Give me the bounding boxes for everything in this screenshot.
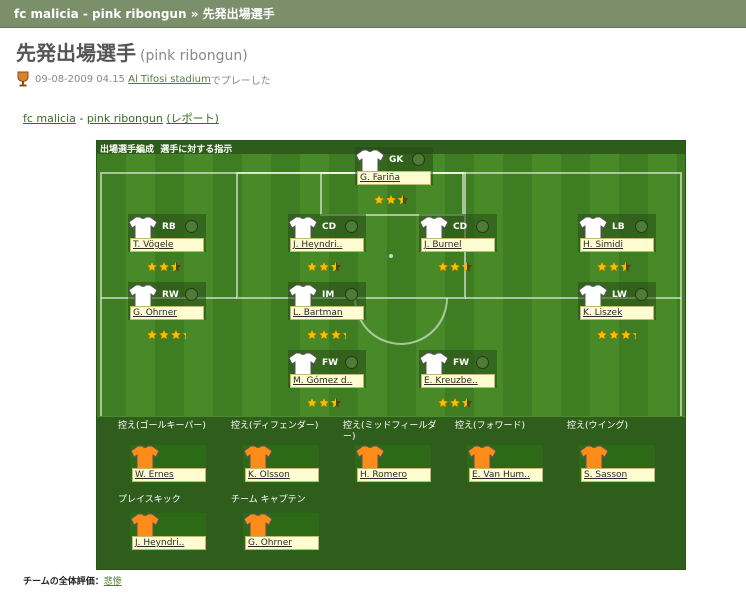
instruction-dot-icon[interactable] <box>345 356 358 369</box>
player-im-6[interactable]: IM L. Bartman <box>288 282 366 344</box>
instruction-dot-icon[interactable] <box>476 356 489 369</box>
breadcrumb-separator: - <box>78 7 93 21</box>
player-position: CD <box>453 222 468 232</box>
player-gk-0[interactable]: GK G. Fariña <box>355 147 433 209</box>
player-position: IM <box>322 290 335 300</box>
pitch-header: 出場選手編成 選手に対する指示 <box>100 142 232 155</box>
player-name[interactable]: E. Kreuzbe.. <box>421 374 495 388</box>
star-rating <box>306 326 354 340</box>
player-name[interactable]: J. Burnel <box>421 238 495 252</box>
bench-player-name[interactable]: S. Sasson <box>581 468 655 482</box>
instruction-dot-icon[interactable] <box>185 220 198 233</box>
player-name[interactable]: K. Liszek <box>580 306 654 320</box>
player-position: FW <box>322 358 339 368</box>
bench-player-name[interactable]: J. Heyndri.. <box>132 536 206 550</box>
star-rating <box>437 394 477 408</box>
player-name[interactable]: M. Gómez d.. <box>290 374 364 388</box>
stadium-link[interactable]: Al Tifosi stadium <box>128 74 211 85</box>
page-title-text: 先発出場選手 <box>16 41 136 65</box>
star-rating <box>146 326 194 340</box>
star-rating <box>596 258 636 272</box>
bench-player-2[interactable]: H. Romero <box>355 445 431 483</box>
bench-player-6[interactable]: G. Ohrner <box>243 513 319 551</box>
player-fw-9[interactable]: FW E. Kreuzbe.. <box>419 350 497 412</box>
match-links: fc malicia - pink ribongun (レポート) <box>23 110 219 126</box>
player-position: LB <box>612 222 625 232</box>
bench-player-4[interactable]: S. Sasson <box>579 445 655 483</box>
bench-label: プレイスキック <box>118 495 181 505</box>
player-fw-8[interactable]: FW M. Gómez d.. <box>288 350 366 412</box>
bench-player-1[interactable]: K. Olsson <box>243 445 319 483</box>
bench-player-3[interactable]: E. Van Hum.. <box>467 445 543 483</box>
home-team-link[interactable]: fc malicia <box>23 112 76 125</box>
team-rating-label: チームの全体評価： <box>23 577 104 587</box>
bench-section: 控え(ゴールキーパー) W. Ernes 控え(ディフェンダー) K. Olsson 控… <box>97 416 685 569</box>
title-bar: fc malicia - pink ribongun » 先発出場選手 <box>0 0 746 28</box>
player-position: CD <box>322 222 337 232</box>
star-rating <box>306 258 346 272</box>
team-rating: チームの全体評価：悲惨 <box>23 574 122 587</box>
instruction-dot-icon[interactable] <box>345 220 358 233</box>
player-lw-7[interactable]: LW K. Liszek <box>578 282 656 344</box>
bench-label: チーム キャプテン <box>231 495 306 505</box>
player-position: FW <box>453 358 470 368</box>
star-rating <box>437 258 477 272</box>
page-subtitle: (pink ribongun) <box>140 48 248 64</box>
bench-player-0[interactable]: W. Ernes <box>130 445 206 483</box>
player-name[interactable]: J. Heyndri.. <box>290 238 364 252</box>
instruction-dot-icon[interactable] <box>345 288 358 301</box>
star-rating <box>596 326 644 340</box>
star-rating <box>146 258 186 272</box>
instruction-dot-icon[interactable] <box>635 220 648 233</box>
lineup-tab[interactable]: 出場選手編成 <box>100 145 154 155</box>
bench-player-name[interactable]: K. Olsson <box>245 468 319 482</box>
player-name[interactable]: H. Simidi <box>580 238 654 252</box>
star-rating <box>373 191 413 205</box>
bench-label: 控え(ウイング) <box>567 421 629 431</box>
bench-label: 控え(ミッドフィールダー) <box>343 421 437 442</box>
match-meta: 09-08-2009 04.15 Al Tifosi stadium でプレーした <box>16 71 271 87</box>
bench-player-name[interactable]: E. Van Hum.. <box>469 468 543 482</box>
player-cd-3[interactable]: CD J. Burnel <box>419 214 497 276</box>
bench-player-name[interactable]: H. Romero <box>357 468 431 482</box>
player-position: LW <box>612 290 627 300</box>
bench-label: 控え(ゴールキーパー) <box>118 421 206 431</box>
breadcrumb-team-a[interactable]: fc malicia <box>14 7 79 21</box>
bench-label: 控え(フォワード) <box>455 421 526 431</box>
instruction-dot-icon[interactable] <box>476 220 489 233</box>
bench-player-name[interactable]: W. Ernes <box>132 468 206 482</box>
instruction-dot-icon[interactable] <box>412 153 425 166</box>
lineup-pitch: 出場選手編成 選手に対する指示 GK G. Fariña RB T. Vögele CD… <box>96 140 686 570</box>
player-name[interactable]: G. Ohrner <box>130 306 204 320</box>
breadcrumb-separator: » <box>186 7 203 21</box>
page-title: 先発出場選手 (pink ribongun) <box>16 37 248 66</box>
player-rb-1[interactable]: RB T. Vögele <box>128 214 206 276</box>
player-name[interactable]: L. Bartman <box>290 306 364 320</box>
instruction-dot-icon[interactable] <box>185 288 198 301</box>
player-position: RB <box>162 222 176 232</box>
breadcrumb-team-b[interactable]: pink ribongun <box>92 7 187 21</box>
player-lb-4[interactable]: LB H. Simidi <box>578 214 656 276</box>
report-link[interactable]: (レポート) <box>166 112 219 125</box>
bench-player-5[interactable]: J. Heyndri.. <box>130 513 206 551</box>
bench-label: 控え(ディフェンダー) <box>231 421 319 431</box>
player-position: RW <box>162 290 179 300</box>
player-name[interactable]: G. Fariña <box>357 171 431 185</box>
played-suffix: でプレーした <box>210 75 271 87</box>
bench-player-name[interactable]: G. Ohrner <box>245 536 319 550</box>
star-rating <box>306 394 346 408</box>
instructions-tab[interactable]: 選手に対する指示 <box>160 145 232 155</box>
team-rating-value[interactable]: 悲惨 <box>104 577 122 587</box>
away-team-link[interactable]: pink ribongun <box>87 112 163 125</box>
player-rw-5[interactable]: RW G. Ohrner <box>128 282 206 344</box>
link-separator: - <box>75 112 87 125</box>
player-position: GK <box>389 155 404 165</box>
breadcrumb-current: 先発出場選手 <box>202 7 275 21</box>
match-datetime: 09-08-2009 04.15 <box>35 73 125 85</box>
instruction-dot-icon[interactable] <box>635 288 648 301</box>
trophy-icon <box>17 71 29 87</box>
player-cd-2[interactable]: CD J. Heyndri.. <box>288 214 366 276</box>
player-name[interactable]: T. Vögele <box>130 238 204 252</box>
